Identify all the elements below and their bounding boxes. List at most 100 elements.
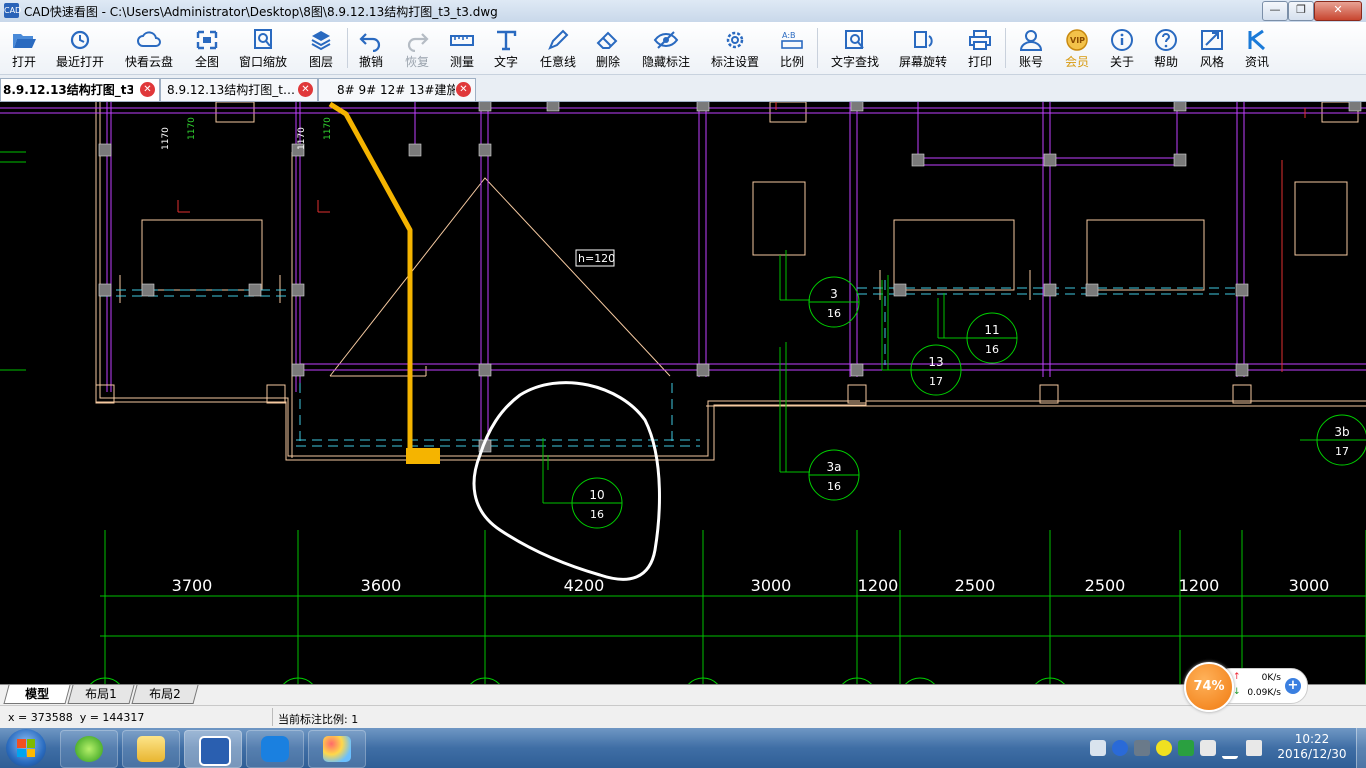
close-tab-icon[interactable]: ✕ (140, 82, 155, 97)
dimension-value: 4200 (564, 576, 605, 595)
taskbar-app-cad[interactable] (184, 730, 242, 768)
news-icon (1248, 29, 1266, 51)
column-mark (98, 283, 112, 297)
taskbar-app-explorer[interactable] (122, 730, 180, 768)
dimension-value: 3700 (172, 576, 213, 595)
dimension-value: 1200 (858, 576, 899, 595)
status-bar: x = 373588 y = 144317 当前标注比例: 1 (0, 705, 1366, 728)
tab-file-1[interactable]: 8.9.12.13结构打图_t3 ✕ (0, 78, 160, 101)
callout-sheet: 16 (590, 508, 604, 521)
close-tab-icon[interactable]: ✕ (456, 82, 471, 97)
tab-label: 8.9.12.13结构打图_t3 (3, 83, 133, 97)
close-tab-icon[interactable]: ✕ (298, 82, 313, 97)
app-logo-icon: CAD (4, 3, 21, 18)
tab-layout-2[interactable]: 布局2 (131, 685, 199, 704)
close-window-button[interactable]: ✕ (1314, 1, 1362, 21)
column-mark (141, 283, 155, 297)
style-icon (1201, 30, 1223, 50)
tray-app-icon[interactable] (1134, 740, 1150, 756)
markup-circle (472, 381, 661, 581)
recent-button[interactable]: 最近打开 (52, 24, 108, 72)
callout-number: 3a (827, 460, 842, 474)
cloud-icon (137, 31, 161, 47)
taskbar-app-remote[interactable] (246, 730, 304, 768)
account-button[interactable]: 账号 (1012, 24, 1050, 72)
undo-button[interactable]: 撤销 (352, 24, 390, 72)
open-button[interactable]: 打开 (4, 24, 44, 72)
tab-file-2[interactable]: 8.9.12.13结构打图_t3_t3 ✕ (160, 78, 318, 101)
keyboard-icon[interactable] (1090, 740, 1106, 756)
help-button[interactable]: 帮助 (1148, 24, 1184, 72)
plus-icon[interactable]: + (1285, 678, 1301, 694)
text-search-button[interactable]: 文字查找 (826, 24, 884, 72)
cad-app-icon (199, 736, 231, 766)
volume-mute-icon[interactable] (1246, 740, 1262, 756)
redo-label: 恢复 (404, 55, 429, 69)
about-button[interactable]: 关于 (1104, 24, 1140, 72)
show-desktop-button[interactable] (1356, 728, 1366, 768)
column-mark (478, 363, 492, 377)
print-button[interactable]: 打印 (962, 24, 998, 72)
redo-button[interactable]: 恢复 (398, 24, 436, 72)
tab-label: 8.9.12.13结构打图_t3_t3 (167, 83, 295, 97)
net-usage-percent: 74% (1184, 662, 1234, 712)
main-toolbar: 打开 最近打开 快看云盘 全图 窗口缩放 图层 撤销 恢复 测量 文字 任意线 … (0, 22, 1366, 75)
network-monitor[interactable]: 74% ↑ 0K/s ↓ 0.09K/s + (1184, 662, 1308, 712)
taskbar: 10:22 2016/12/30 (0, 728, 1366, 768)
clock-date: 2016/12/30 (1277, 747, 1347, 761)
drawing-label: 1170 (323, 117, 333, 140)
text-button[interactable]: 文字 (488, 24, 524, 72)
layout-tab-bar: 模型 布局1 布局2 (0, 684, 1366, 705)
callout-sheet: 17 (929, 375, 943, 388)
scale-label: 比例 (779, 55, 804, 69)
svg-text:A:B: A:B (782, 31, 796, 40)
user-icon (1019, 30, 1043, 51)
slab-thickness-label: h=120 (578, 252, 615, 265)
column-mark (98, 143, 112, 157)
tab-file-3[interactable]: 8# 9# 12# 13#建施 ✕ (318, 78, 476, 101)
clock[interactable]: 10:22 2016/12/30 (1272, 732, 1352, 762)
windows-logo-icon (17, 739, 35, 757)
cloud-button[interactable]: 快看云盘 (120, 24, 178, 72)
tab-model[interactable]: 模型 (3, 685, 71, 704)
layers-button[interactable]: 图层 (300, 24, 342, 72)
taskbar-app-browser[interactable] (60, 730, 118, 768)
tab-layout-2-label: 布局2 (149, 687, 181, 701)
dimension-settings-label: 标注设置 (710, 55, 759, 69)
dimension-value: 3600 (361, 576, 402, 595)
news-button[interactable]: 资讯 (1238, 24, 1276, 72)
callout-number: 3 (830, 287, 838, 301)
tab-layout-1[interactable]: 布局1 (67, 685, 135, 704)
fullview-button[interactable]: 全图 (188, 24, 226, 72)
toolbar-separator (347, 28, 348, 68)
freeline-button[interactable]: 任意线 (536, 24, 580, 72)
undo-icon (359, 33, 381, 52)
recent-label: 最近打开 (55, 55, 104, 69)
printer-icon (969, 30, 991, 50)
hide-dimension-button[interactable]: 隐藏标注 (638, 24, 694, 72)
column-mark (1043, 283, 1057, 297)
screen-rotate-button[interactable]: 屏幕旋转 (894, 24, 952, 72)
freeline-label: 任意线 (539, 55, 576, 69)
update-icon[interactable] (1156, 740, 1172, 756)
style-button[interactable]: 风格 (1194, 24, 1230, 72)
shield-icon[interactable] (1178, 740, 1194, 756)
scale-button[interactable]: A:B 比例 (774, 24, 810, 72)
device-icon[interactable] (1200, 740, 1216, 756)
delete-button[interactable]: 删除 (590, 24, 626, 72)
about-label: 关于 (1109, 55, 1134, 69)
minimize-button[interactable]: — (1262, 1, 1288, 21)
dimension-settings-button[interactable]: 标注设置 (706, 24, 764, 72)
section-callout: 1317 (910, 344, 962, 396)
drawing-label: 1170 (187, 117, 197, 140)
vip-button[interactable]: VIP 会员 (1058, 24, 1096, 72)
column-mark (911, 153, 925, 167)
network-icon[interactable] (1222, 740, 1238, 759)
taskbar-app-paint[interactable] (308, 730, 366, 768)
measure-button[interactable]: 测量 (444, 24, 480, 72)
maximize-button[interactable]: ❐ (1288, 1, 1314, 21)
start-button[interactable] (6, 729, 46, 767)
drawing-canvas[interactable]: 1170 1170 1170 1170 h=120 3 16 11 16 13 17 10 1… (0, 102, 1366, 684)
window-zoom-button[interactable]: 窗口缩放 (234, 24, 292, 72)
help-tray-icon[interactable] (1112, 740, 1128, 756)
